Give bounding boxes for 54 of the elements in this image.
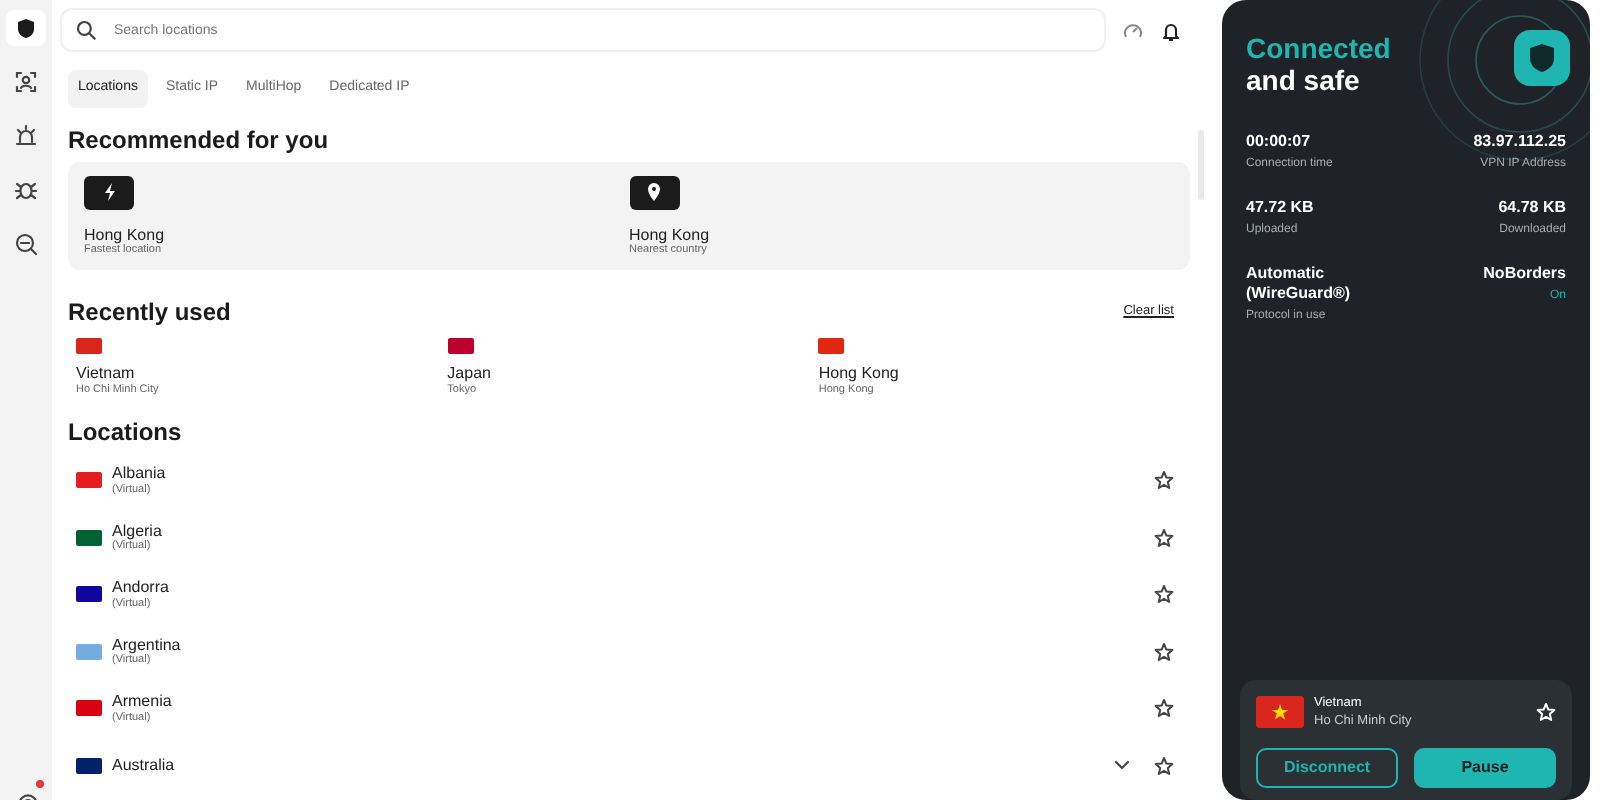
bug-icon — [14, 178, 38, 202]
location-name: Hong Kong — [84, 225, 167, 244]
alarm-icon — [14, 124, 38, 148]
location-name: Australia — [112, 755, 177, 775]
location-name: Algeria — [112, 521, 164, 540]
stat-value: 64.78 KB — [1496, 198, 1566, 219]
sidebar-nav-item[interactable] — [6, 10, 46, 46]
location-name: Argentina — [112, 635, 183, 654]
section-heading: Recently used — [68, 297, 231, 327]
disconnect-button[interactable]: Disconnect — [1256, 748, 1398, 788]
stat-value: NoBorders — [1481, 264, 1566, 285]
search-icon — [76, 20, 96, 40]
location-name: Albania — [112, 464, 168, 484]
nearest-tile[interactable] — [629, 175, 679, 210]
favorite-button[interactable] — [1154, 470, 1174, 491]
star-icon — [1154, 470, 1174, 491]
star-icon — [1154, 527, 1174, 548]
location-name: Japan — [447, 364, 493, 384]
gauge-icon — [1122, 19, 1144, 41]
section-heading: Locations — [68, 418, 184, 448]
star-icon — [1154, 641, 1174, 662]
location-name: Andorra — [112, 578, 171, 598]
location-pin-icon — [646, 182, 662, 203]
star-icon — [1154, 755, 1174, 776]
pause-button[interactable]: Pause — [1414, 748, 1556, 788]
favorite-button[interactable] — [1154, 755, 1174, 776]
status-title: Connected — [1246, 32, 1393, 65]
location-name: Vietnam — [76, 364, 137, 384]
stat-value: 47.72 KB — [1246, 198, 1316, 219]
bell-icon — [1160, 19, 1182, 41]
user-scan-icon — [14, 70, 38, 94]
favorite-button[interactable] — [1154, 584, 1174, 605]
status-subtitle: and safe — [1246, 64, 1362, 97]
shield-icon — [14, 16, 38, 40]
favorite-button[interactable] — [1154, 527, 1174, 548]
location-row[interactable]: Australia — [68, 736, 1190, 794]
stat-value: 00:00:07 — [1246, 132, 1313, 153]
location-name: Hong Kong — [629, 225, 712, 244]
lightning-icon — [101, 182, 117, 203]
star-icon — [1536, 702, 1556, 723]
fastest-tile[interactable] — [84, 175, 134, 210]
stat-value: Automatic (WireGuard®) — [1246, 264, 1353, 305]
shield-badge-icon — [1514, 30, 1570, 86]
notifications-button[interactable] — [1160, 19, 1182, 41]
location-name: Hong Kong — [818, 364, 901, 384]
favorite-button[interactable] — [1154, 641, 1174, 662]
section-heading: Recommended for you — [68, 125, 331, 154]
star-icon — [1154, 698, 1174, 719]
favorite-button[interactable] — [1154, 698, 1174, 719]
zoom-out-icon — [14, 232, 38, 256]
stat-value: 83.97.112.25 — [1471, 132, 1566, 153]
speed-test-button[interactable] — [1122, 19, 1144, 41]
star-icon — [1154, 584, 1174, 605]
location-name: Armenia — [112, 692, 174, 712]
